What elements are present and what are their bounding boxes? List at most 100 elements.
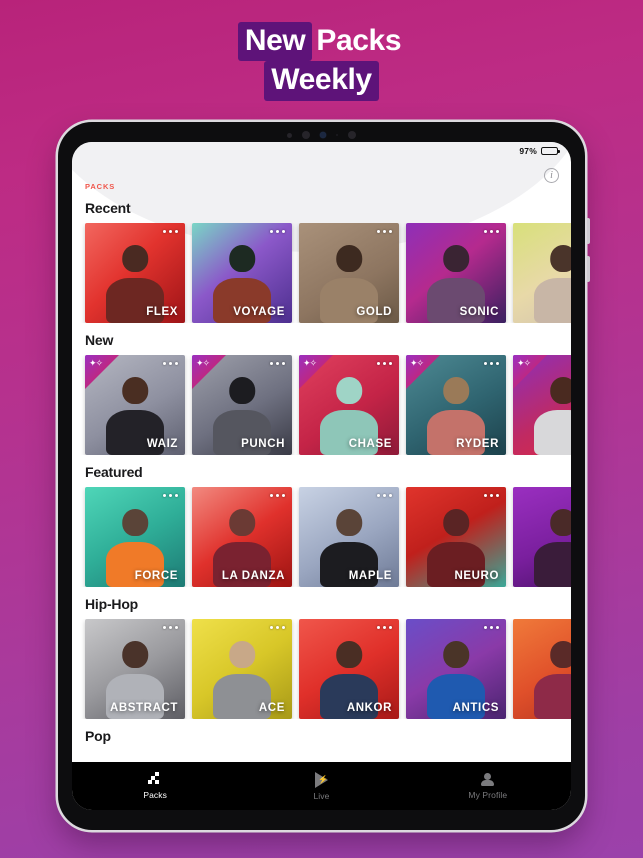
pack-artwork — [513, 487, 571, 587]
pack-options-button[interactable] — [162, 494, 178, 498]
pack-title: VOYAGE — [233, 306, 285, 318]
pack-options-button[interactable] — [269, 494, 285, 498]
headline-word-weekly: Weekly — [264, 61, 379, 101]
pack-card[interactable]: ACE — [192, 619, 292, 719]
pack-card[interactable]: ✦✧ WAIZ — [85, 355, 185, 455]
pack-options-button[interactable] — [162, 626, 178, 630]
pack-title: SONIC — [459, 306, 499, 318]
tab-live[interactable]: ⚡ Live — [238, 771, 404, 801]
sensor-dot — [335, 133, 339, 137]
screen-eyebrow-label: PACKS — [85, 182, 116, 191]
sensor-dot — [301, 131, 310, 139]
headline-line-2: Weekly — [0, 61, 643, 101]
status-bar: 97% — [519, 146, 560, 156]
sparkle-icon: ✦✧ — [410, 358, 424, 368]
pack-row[interactable]: ABSTRACT ACE ANKOR ANTICS — [72, 619, 571, 719]
info-icon[interactable]: i — [544, 168, 559, 183]
pack-card[interactable]: GOLD — [299, 223, 399, 323]
tab-live-label: Live — [313, 790, 330, 801]
pack-card[interactable]: FORCE — [85, 487, 185, 587]
pack-card[interactable]: VOYAGE — [192, 223, 292, 323]
promo-headline: New Packs Weekly — [0, 22, 643, 101]
section-title: Featured — [85, 464, 143, 480]
artist-figure — [534, 509, 571, 587]
pack-options-button[interactable] — [162, 230, 178, 234]
pack-card[interactable]: LA DANZA — [192, 487, 292, 587]
pack-title: PUNCH — [241, 438, 285, 450]
pack-card[interactable]: ANTICS — [406, 619, 506, 719]
pack-row[interactable]: FLEX VOYAGE GOLD SONIC — [72, 223, 571, 323]
profile-icon — [480, 772, 495, 787]
pack-options-button[interactable] — [376, 362, 392, 366]
pack-options-button[interactable] — [269, 230, 285, 234]
pack-card[interactable]: ✦✧ CHASE — [299, 355, 399, 455]
volume-up-button[interactable] — [586, 218, 590, 244]
pack-artwork — [513, 223, 571, 323]
device-screen: 97% i PACKS Recent FLEX VOYAGE GOLD SONIC New… — [72, 142, 571, 810]
section: Hip-Hop ABSTRACT ACE ANKOR ANTICS — [72, 596, 571, 719]
pack-options-button[interactable] — [269, 362, 285, 366]
pack-card[interactable]: FLEX — [85, 223, 185, 323]
sparkle-icon: ✦✧ — [196, 358, 210, 368]
sensor-dot — [348, 131, 357, 139]
tablet-device: 97% i PACKS Recent FLEX VOYAGE GOLD SONIC New… — [58, 122, 590, 830]
pack-title: GOLD — [356, 306, 392, 318]
pack-title: WAIZ — [146, 438, 178, 450]
pack-options-button[interactable] — [483, 494, 499, 498]
sparkle-icon: ✦✧ — [517, 358, 531, 368]
packs-screen-content: PACKS Recent FLEX VOYAGE GOLD SONIC New ✦✧ WAIZ… — [72, 142, 571, 810]
pack-options-button[interactable] — [269, 626, 285, 630]
pack-artwork — [513, 619, 571, 719]
pack-card[interactable]: ABSTRACT — [85, 619, 185, 719]
pack-card[interactable] — [513, 619, 571, 719]
pack-card[interactable]: ✦✧ — [513, 355, 571, 455]
pack-title: MAPLE — [348, 570, 392, 582]
pack-card[interactable] — [513, 223, 571, 323]
pack-options-button[interactable] — [376, 230, 392, 234]
sections-list: Recent FLEX VOYAGE GOLD SONIC New ✦✧ WAIZ ✦✧ PUNC… — [72, 200, 571, 744]
tab-my-profile[interactable]: My Profile — [405, 772, 571, 800]
headline-line-1: New Packs — [0, 22, 643, 62]
pack-options-button[interactable] — [162, 362, 178, 366]
pack-title: ABSTRACT — [109, 702, 178, 714]
pack-card[interactable] — [513, 487, 571, 587]
tab-packs[interactable]: Packs — [72, 772, 238, 800]
sparkle-icon: ✦✧ — [89, 358, 103, 368]
section-title: Hip-Hop — [85, 596, 139, 612]
pack-title: ANKOR — [346, 702, 392, 714]
tab-packs-label: Packs — [143, 790, 167, 800]
volume-down-button[interactable] — [586, 256, 590, 282]
artist-figure — [534, 377, 571, 455]
pack-options-button[interactable] — [483, 362, 499, 366]
pack-title: ANTICS — [452, 702, 499, 714]
pack-card[interactable]: ANKOR — [299, 619, 399, 719]
battery-percent-label: 97% — [519, 146, 537, 156]
section-title: Recent — [85, 200, 131, 216]
pack-title: ACE — [258, 702, 285, 714]
artist-figure — [534, 245, 571, 323]
pack-title: CHASE — [348, 438, 392, 450]
sensor-array — [58, 130, 585, 140]
pack-options-button[interactable] — [483, 626, 499, 630]
packs-icon — [147, 772, 163, 787]
pack-title: RYDER — [456, 438, 499, 450]
pack-options-button[interactable] — [376, 494, 392, 498]
pack-card[interactable]: SONIC — [406, 223, 506, 323]
pack-card[interactable]: NEURO — [406, 487, 506, 587]
headline-word-packs: Packs — [316, 24, 402, 57]
section-title: Pop — [85, 728, 111, 744]
bottom-tab-bar: Packs ⚡ Live My Profile — [72, 762, 571, 810]
pack-row[interactable]: FORCE LA DANZA MAPLE NEURO — [72, 487, 571, 587]
pack-row[interactable]: ✦✧ WAIZ ✦✧ PUNCH ✦✧ CHASE ✦✧ RYDER ✦✧ — [72, 355, 571, 455]
pack-title: FORCE — [134, 570, 178, 582]
front-camera-icon — [319, 132, 326, 138]
sparkle-icon: ✦✧ — [303, 358, 317, 368]
section: Featured FORCE LA DANZA MAPLE NEURO — [72, 464, 571, 587]
headline-word-new: New — [237, 22, 313, 62]
pack-card[interactable]: ✦✧ RYDER — [406, 355, 506, 455]
pack-options-button[interactable] — [376, 626, 392, 630]
pack-card[interactable]: ✦✧ PUNCH — [192, 355, 292, 455]
pack-card[interactable]: MAPLE — [299, 487, 399, 587]
pack-options-button[interactable] — [483, 230, 499, 234]
sensor-dot — [286, 132, 292, 138]
